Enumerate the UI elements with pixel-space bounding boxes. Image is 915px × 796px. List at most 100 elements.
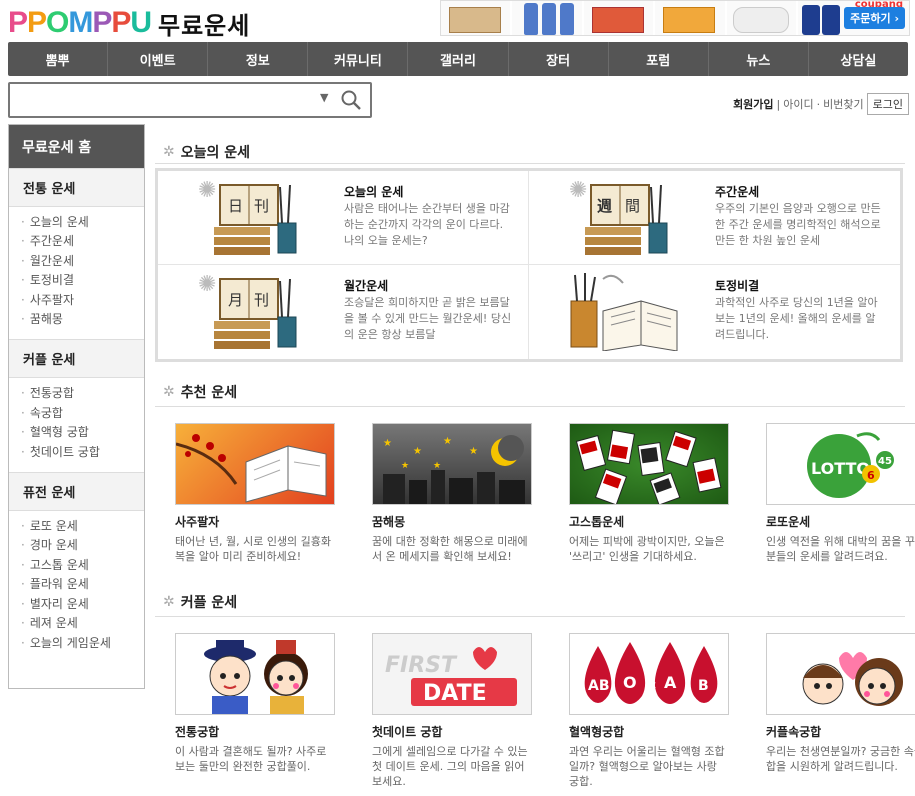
sidebar-section-fusion: 퓨전 운세 로또 운세 경마 운세 고스톱 운세 플라워 운세 별자리 운세 레… [9,472,144,663]
fortune-card-traditional-match[interactable]: 전통궁합 이 사람과 결혼해도 될까? 사주로 보는 둘만의 완전한 궁합풀이. [175,633,335,789]
search-input[interactable] [14,88,314,112]
svg-text:&: & [645,677,656,692]
fortune-card-blood[interactable]: AB O & A B 혈액형궁합 과연 우리는 어울리는 혈액형 조합일까? 혈… [569,633,729,789]
svg-text:★: ★ [413,446,422,457]
sidebar-item[interactable]: 주간운세 [21,232,144,251]
fortune-item-today[interactable]: ✺ 日 刊 오늘의 운세 사람은 태어나는 순간부터 생을 마감하는 순간까지 … [158,171,529,265]
svg-text:O: O [623,673,637,692]
fortune-card-couple-match[interactable]: 커플속궁합 우리는 천생연분일까? 궁금한 속궁합을 시원하게 알려드립니다. [766,633,915,789]
card-desc: 이 사람과 결혼해도 될까? 사주로 보는 둘만의 완전한 궁합풀이. [175,745,327,773]
card-desc: 태어난 년, 월, 시로 인생의 길흉화복을 알아 미리 준비하세요! [175,535,332,563]
svg-text:LOTTO: LOTTO [811,459,870,478]
nav-item-market[interactable]: 장터 [509,42,609,76]
svg-text:AB: AB [588,678,610,694]
nav-item-forum[interactable]: 포럼 [609,42,709,76]
sidebar-item[interactable]: 속궁합 [21,404,144,423]
svg-text:B: B [698,678,709,694]
nav-item-ppomppu[interactable]: 뽐뿌 [8,42,109,76]
fortune-card-lotto[interactable]: LOTTO 6 45 로또운세 인생 역전을 위해 대박의 꿈을 꾸는 분들의 … [766,423,915,564]
sidebar-item[interactable]: 고스톱 운세 [21,556,144,575]
svg-text:月: 月 [228,291,243,309]
nav-item-event[interactable]: 이벤트 [108,42,209,76]
sidebar-item[interactable]: 전통궁합 [21,384,144,403]
card-title: 꿈해몽 [372,515,406,529]
ad-product-bottles [512,1,582,35]
today-fortune-panel: ✺ 日 刊 오늘의 운세 사람은 태어나는 순간부터 생을 마감하는 순간까지 … [155,168,903,362]
fortune-item-title: 월간운세 [344,279,389,293]
nav-item-info[interactable]: 정보 [208,42,309,76]
sidebar-item[interactable]: 꿈해몽 [21,310,144,329]
couple-thumbnail [766,633,915,715]
sidebar-item[interactable]: 로또 운세 [21,517,144,536]
book-brush-icon: ✺ 月 刊 [198,272,297,349]
fortune-card-dream[interactable]: ★ ★ ★ ★ ★ ★ 꿈해몽 꿈에 대한 정확한 해몽으로 미래에서 온 메세지를 확인… [372,423,532,564]
account-links: 회원가입 | 아이디 · 비번찾기 로그인 [733,93,909,115]
svg-text:間: 間 [625,197,640,215]
sidebar-item[interactable]: 사주팔자 [21,291,144,310]
nav-item-consult[interactable]: 상담실 [809,42,908,76]
search-icon[interactable] [340,89,362,111]
fortune-card-gostop[interactable]: 고스톱운세 어제는 피박에 광박이지만, 오늘은 '쓰리고' 인생을 기대하세요… [569,423,729,564]
card-title: 고스톱운세 [569,515,625,529]
nav-item-community[interactable]: 커뮤니티 [308,42,409,76]
section-title-text: 오늘의 운세 [180,145,251,161]
site-logo[interactable]: PPOMPPU [8,4,152,42]
svg-text:★: ★ [383,438,392,449]
search-dropdown-icon[interactable]: ▼ [320,91,328,104]
sidebar-section-title: 커플 운세 [9,340,144,379]
blood-thumbnail: AB O & A B [569,633,729,715]
svg-text:刊: 刊 [254,291,269,309]
sidebar-item[interactable]: 플라워 운세 [21,575,144,594]
ad-product-pack [583,1,654,35]
flower-icon: ✲ [163,594,175,610]
sidebar-item[interactable]: 경마 운세 [21,536,144,555]
ad-banner[interactable]: coupang 주문하기 › [440,0,910,36]
sidebar-item[interactable]: 혈액형 궁합 [21,423,144,442]
sidebar-section-traditional: 전통 운세 오늘의 운세 주간운세 월간운세 토정비결 사주팔자 꿈해몽 [9,168,144,339]
ad-order-button[interactable]: 주문하기 › [844,7,905,29]
nav-item-news[interactable]: 뉴스 [709,42,809,76]
traditional-couple-thumbnail [175,633,335,715]
sidebar-item[interactable]: 레져 운세 [21,614,144,633]
saju-thumbnail [175,423,335,505]
sidebar-item[interactable]: 오늘의 게임운세 [21,634,144,653]
join-link[interactable]: 회원가입 [733,96,773,112]
find-id-link[interactable]: 아이디 [783,96,813,112]
sidebar-item[interactable]: 토정비결 [21,271,144,290]
svg-text:DATE: DATE [423,681,487,706]
svg-text:FIRST: FIRST [385,653,458,678]
fortune-item-desc: 조승달은 희미하지만 곧 밝은 보름달을 볼 수 있게 만드는 월간운세! 당신… [344,296,512,341]
card-desc: 꿈에 대한 정확한 해몽으로 미래에서 온 메세지를 확인해 보세요! [372,535,528,563]
fortune-item-monthly[interactable]: ✺ 月 刊 월간운세 조승달은 희미하지만 곧 밝은 보름달을 볼 수 있게 만… [158,265,529,359]
sidebar-section-couple: 커플 운세 전통궁합 속궁합 혈액형 궁합 첫데이트 궁합 [9,339,144,472]
card-title: 전통궁합 [175,725,220,739]
sidebar-item[interactable]: 별자리 운세 [21,595,144,614]
sidebar-item[interactable]: 월간운세 [21,252,144,271]
find-password-link[interactable]: 비번찾기 [823,96,863,112]
fortune-item-weekly[interactable]: ✺ 週 間 주간운세 우주의 기본인 음양과 오행으로 만든 한 주간 운세를 … [529,171,900,265]
sidebar-item[interactable]: 오늘의 운세 [21,213,144,232]
nav-item-gallery[interactable]: 갤러리 [408,42,509,76]
fortune-card-saju[interactable]: 사주팔자 태어난 년, 월, 시로 인생의 길흉화복을 알아 미리 준비하세요! [175,423,335,564]
svg-text:6: 6 [867,469,875,482]
divider [155,163,905,164]
separator: | [776,97,781,111]
login-button[interactable]: 로그인 [866,93,909,115]
svg-text:日: 日 [228,197,243,215]
card-desc: 어제는 피박에 광박이지만, 오늘은 '쓰리고' 인생을 기대하세요. [569,535,725,563]
flower-icon: ✲ [163,384,175,400]
card-title: 사주팔자 [175,515,220,529]
svg-text:✺: ✺ [569,178,587,203]
sidebar-section-title: 전통 운세 [9,169,144,207]
sidebar-section-title: 퓨전 운세 [9,473,144,512]
gostop-thumbnail [569,423,729,505]
card-desc: 그에게 셀레임으로 다가갈 수 있는 첫 데이트 운세. 그의 마음을 읽어보세… [372,745,528,788]
open-book-icon [570,273,678,351]
separator: · [816,97,821,111]
card-desc: 과연 우리는 어울리는 혈액형 조합일까? 혈액형으로 알아보는 사랑 궁합. [569,745,725,788]
sidebar-item[interactable]: 첫데이트 궁합 [21,443,144,462]
svg-text:✺: ✺ [198,272,216,297]
fortune-item-tojeong[interactable]: 토정비결 과학적인 사주로 당신의 1년을 알아보는 1년의 운세! 올해의 운… [529,265,900,359]
fortune-card-firstdate[interactable]: FIRST DATE 첫데이트 궁합 그에게 셀레임으로 다가갈 수 있는 첫 … [372,633,532,789]
sidebar-home[interactable]: 무료운세 홈 [9,125,144,168]
